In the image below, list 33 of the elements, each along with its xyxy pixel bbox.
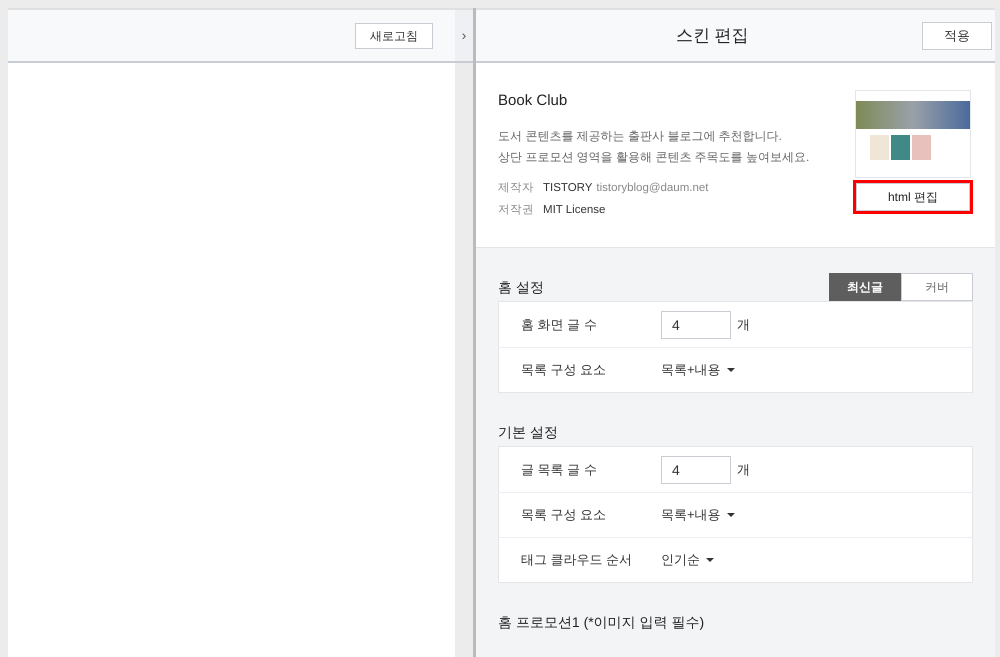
refresh-button[interactable]: 새로고침	[355, 22, 433, 48]
apply-button[interactable]: 적용	[922, 22, 992, 50]
caret-icon	[706, 558, 714, 562]
meta-value: TISTORY	[543, 180, 592, 196]
setting-label: 목록 구성 요소	[521, 506, 608, 524]
meta-email: tistoryblog@daum.net	[596, 180, 708, 196]
skin-description: 상단 프로모션 영역을 활용해 콘텐츠 주목도를 높여보세요.	[498, 148, 810, 166]
meta-value: MIT License	[543, 202, 606, 218]
setting-label: 홈 화면 글 수	[521, 316, 598, 334]
number-field[interactable]: 4	[661, 310, 731, 338]
skin-description: 도서 콘텐츠를 제공하는 출판사 블로그에 추천합니다.	[498, 128, 784, 144]
setting-label: 태그 클라우드 순서	[521, 551, 634, 570]
section-title: 홈 설정	[498, 278, 544, 296]
dropdown[interactable]: 인기순	[661, 550, 714, 570]
caret-icon	[726, 513, 735, 517]
dropdown[interactable]: 목록+내용	[661, 360, 735, 380]
number-field[interactable]: 4	[661, 456, 731, 484]
meta-label: 제작자	[498, 180, 535, 196]
setting-label: 글 목록 글 수	[521, 460, 598, 479]
collapse-toggle[interactable]: ›	[462, 25, 466, 46]
unit-label: 개	[737, 460, 750, 479]
mode-tab[interactable]: 최신글	[829, 273, 901, 301]
section-title: 기본 설정	[498, 422, 558, 442]
setting-label: 목록 구성 요소	[521, 361, 608, 380]
unit-label: 개	[737, 316, 750, 334]
mode-tab[interactable]: 커버	[901, 273, 973, 301]
caret-icon	[726, 368, 735, 372]
html-edit-button[interactable]: html 편집	[856, 183, 970, 211]
panel-title: 스킨 편집	[676, 24, 749, 47]
section-title: 홈 프로모션1 (*이미지 입력 필수)	[498, 612, 704, 632]
dropdown[interactable]: 목록+내용	[661, 505, 735, 525]
skin-name: Book Club	[498, 91, 568, 111]
meta-label: 저작권	[498, 202, 535, 218]
